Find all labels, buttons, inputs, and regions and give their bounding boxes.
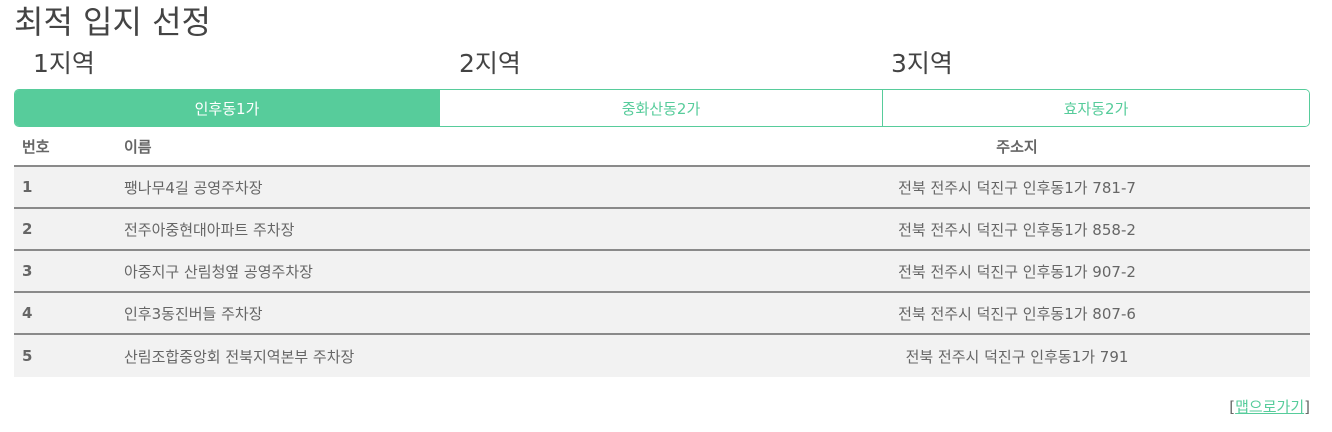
row-name: 전주아중현대아파트 주차장	[124, 220, 295, 239]
region-tabs: 인후동1가 중화산동2가 효자동2가	[14, 89, 1310, 127]
page-title: 최적 입지 선정	[14, 3, 211, 41]
row-number: 5	[22, 347, 33, 365]
row-number: 1	[22, 178, 33, 196]
row-address: 전북 전주시 덕진구 인후동1가 781-7	[898, 178, 1136, 197]
row-address: 전북 전주시 덕진구 인후동1가 907-2	[898, 262, 1136, 281]
table-row: 2 전주아중현대아파트 주차장 전북 전주시 덕진구 인후동1가 858-2	[14, 209, 1310, 251]
row-address: 전북 전주시 덕진구 인후동1가 791	[905, 347, 1129, 366]
table-row: 1 팽나무4길 공영주차장 전북 전주시 덕진구 인후동1가 781-7	[14, 167, 1310, 209]
row-name: 산림조합중앙회 전북지역본부 주차장	[124, 347, 355, 366]
row-number: 2	[22, 220, 33, 238]
header-name: 이름	[124, 137, 152, 156]
region-label-1: 1지역	[33, 49, 95, 78]
tab-region-1[interactable]: 인후동1가	[15, 90, 439, 126]
tab-region-2[interactable]: 중화산동2가	[439, 90, 882, 126]
row-name: 인후3동진버들 주차장	[124, 304, 263, 323]
header-number: 번호	[22, 137, 50, 156]
row-address: 전북 전주시 덕진구 인후동1가 807-6	[898, 304, 1136, 323]
table-row: 5 산림조합중앙회 전북지역본부 주차장 전북 전주시 덕진구 인후동1가 79…	[14, 335, 1310, 377]
region-label-2: 2지역	[459, 49, 521, 78]
go-to-map-link[interactable]: 맵으로가기	[1235, 398, 1304, 416]
row-address: 전북 전주시 덕진구 인후동1가 858-2	[898, 220, 1136, 239]
bracket-close: ]	[1304, 398, 1310, 416]
map-link-container: [맵으로가기]	[1229, 396, 1310, 417]
header-address: 주소지	[996, 137, 1038, 156]
row-number: 3	[22, 262, 33, 280]
row-name: 팽나무4길 공영주차장	[124, 178, 263, 197]
table-row: 4 인후3동진버들 주차장 전북 전주시 덕진구 인후동1가 807-6	[14, 293, 1310, 335]
table-row: 3 아중지구 산림청옆 공영주차장 전북 전주시 덕진구 인후동1가 907-2	[14, 251, 1310, 293]
table-header: 번호 이름 주소지	[14, 127, 1310, 167]
parking-lot-table: 번호 이름 주소지 1 팽나무4길 공영주차장 전북 전주시 덕진구 인후동1가…	[14, 127, 1310, 377]
row-number: 4	[22, 304, 33, 322]
tab-region-3[interactable]: 효자동2가	[882, 90, 1309, 126]
region-label-3: 3지역	[891, 49, 953, 78]
row-name: 아중지구 산림청옆 공영주차장	[124, 262, 313, 281]
